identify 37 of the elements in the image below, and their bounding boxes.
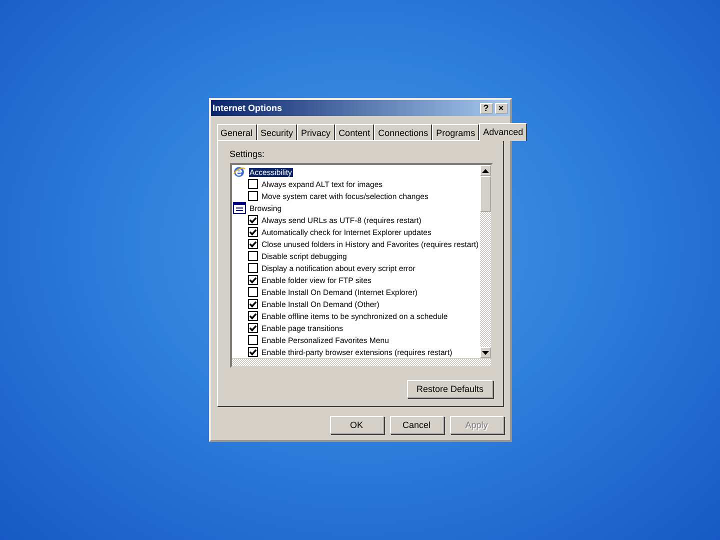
checkbox[interactable] [248,347,258,357]
help-button[interactable]: ? [480,102,492,114]
checkbox[interactable] [248,287,258,297]
checkbox[interactable] [248,263,258,273]
up-arrow-icon [482,168,488,172]
checkbox[interactable] [248,323,258,333]
window-icon [232,202,246,214]
close-button[interactable]: × [494,102,508,114]
restore-defaults-button[interactable]: Restore Defaults [407,380,492,398]
tab[interactable]: Connections [374,124,432,140]
globe-e-icon [232,166,246,178]
checkbox[interactable] [248,239,258,249]
checkbox[interactable] [248,275,258,285]
scroll-up-button[interactable] [480,165,490,176]
tab[interactable]: Advanced [479,123,528,141]
window-title: Internet Options [212,103,283,113]
cancel-button[interactable]: Cancel [390,416,444,434]
ok-button[interactable]: OK [330,416,384,434]
vertical-scrollbar[interactable] [480,165,490,358]
checkbox[interactable] [248,251,258,261]
checkbox[interactable] [248,299,258,309]
tab[interactable]: Security [256,124,298,140]
tab[interactable]: Programs [432,124,480,140]
settings-label: Settings: [230,149,266,159]
checkbox[interactable] [248,191,258,201]
tab[interactable]: General [216,124,257,140]
tab[interactable]: Privacy [297,124,335,140]
scroll-down-button[interactable] [480,347,490,358]
checkbox[interactable] [248,179,258,189]
scroll-thumb[interactable] [480,176,490,212]
horizontal-scrollbar[interactable] [232,358,490,366]
checkbox[interactable] [248,311,258,321]
checkbox[interactable] [248,227,258,237]
checkbox[interactable] [248,335,258,345]
tab[interactable]: Content [334,124,374,140]
down-arrow-icon [482,350,488,354]
checkbox[interactable] [248,215,258,225]
